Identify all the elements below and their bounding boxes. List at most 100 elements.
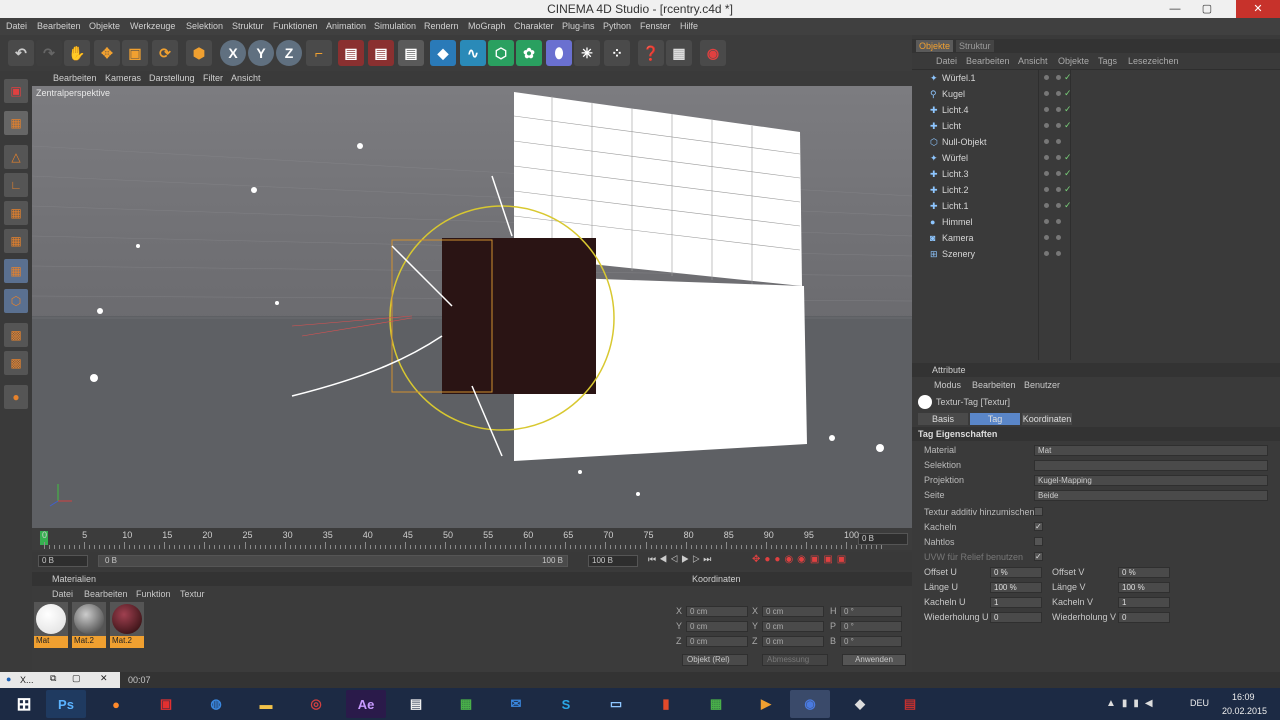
apply-button[interactable]: Anwenden bbox=[842, 654, 906, 666]
minimize-button[interactable]: — bbox=[1160, 0, 1190, 18]
materials-menu-item[interactable]: Funktion bbox=[136, 589, 171, 599]
viewport-menu-item[interactable]: Kameras bbox=[105, 73, 141, 83]
coord-value-field[interactable]: 0 cm bbox=[762, 606, 824, 617]
particle-icon[interactable]: ⁘ bbox=[604, 40, 630, 66]
calc-icon[interactable]: ▦ bbox=[696, 690, 736, 718]
attribute-checkbox[interactable]: ✓ bbox=[1034, 552, 1043, 561]
render-settings-icon[interactable]: ▤ bbox=[398, 40, 424, 66]
live-select-icon[interactable]: ✋ bbox=[64, 40, 90, 66]
viewport-menu-item[interactable]: Bearbeiten bbox=[53, 73, 97, 83]
menu-item-0[interactable]: Datei bbox=[6, 21, 27, 31]
frame-range-slider[interactable]: 0 B 100 B bbox=[98, 555, 568, 567]
render-dot[interactable] bbox=[1056, 219, 1061, 224]
clock-date[interactable]: 20.02.2015 bbox=[1222, 706, 1267, 716]
render-dot[interactable] bbox=[1056, 187, 1061, 192]
scene-icon[interactable]: ✳ bbox=[574, 40, 600, 66]
render-dot[interactable] bbox=[1056, 75, 1061, 80]
tool-icon[interactable]: ◆ bbox=[840, 690, 880, 718]
app-icon[interactable]: ◎ bbox=[296, 690, 336, 718]
attribute-checkbox[interactable]: ✓ bbox=[1034, 522, 1043, 531]
visibility-dot[interactable] bbox=[1044, 139, 1049, 144]
language-indicator[interactable]: DEU bbox=[1190, 698, 1209, 708]
coord-mode-select[interactable]: Objekt (Rel) bbox=[682, 654, 748, 666]
object-menu-item[interactable]: Objekte bbox=[1058, 56, 1089, 66]
close-task-icon[interactable]: ✕ bbox=[100, 673, 108, 684]
media-icon[interactable]: ▶ bbox=[746, 690, 786, 718]
attribute-tab[interactable]: Koordinaten bbox=[1022, 413, 1072, 425]
object-tool-icon[interactable]: △ bbox=[4, 145, 28, 169]
photoshop-icon[interactable]: Ps bbox=[46, 690, 86, 718]
object-tab[interactable]: Struktur bbox=[956, 40, 994, 52]
materials-menu-item[interactable]: Datei bbox=[52, 589, 73, 599]
attribute-number-field[interactable]: 0 % bbox=[1118, 567, 1170, 578]
3d-viewport[interactable]: Zentralperspektive bbox=[32, 86, 912, 528]
texture-tool-icon[interactable]: ▦ bbox=[4, 201, 28, 225]
render-dot[interactable] bbox=[1056, 171, 1061, 176]
notes-icon[interactable]: ▤ bbox=[396, 690, 436, 718]
axis-tool-icon[interactable]: ∟ bbox=[4, 173, 28, 197]
after-effects-icon[interactable]: Ae bbox=[346, 690, 386, 718]
object-menu-item[interactable]: Datei bbox=[936, 56, 957, 66]
materials-menu-item[interactable]: Textur bbox=[180, 589, 205, 599]
sculpt-icon[interactable]: ● bbox=[4, 385, 28, 409]
coord-value-field[interactable]: 0 cm bbox=[762, 621, 824, 632]
visibility-dot[interactable] bbox=[1044, 123, 1049, 128]
visibility-dot[interactable] bbox=[1044, 203, 1049, 208]
spline-pen-icon[interactable]: ∿ bbox=[460, 40, 486, 66]
visibility-dot[interactable] bbox=[1044, 107, 1049, 112]
restore-icon[interactable]: ⧉ bbox=[50, 673, 56, 684]
material-swatch[interactable]: Mat bbox=[34, 602, 68, 648]
model-mode-icon[interactable]: ▦ bbox=[4, 111, 28, 135]
object-menu-item[interactable]: Tags bbox=[1098, 56, 1117, 66]
object-menu-item[interactable]: Lesezeichen bbox=[1128, 56, 1179, 66]
viewport-menu-item[interactable]: Ansicht bbox=[231, 73, 261, 83]
object-row[interactable]: ✚ Licht ✓ bbox=[912, 118, 1280, 134]
object-row[interactable]: ✚ Licht.1 ✓ bbox=[912, 198, 1280, 214]
coord-value-field[interactable]: 0 cm bbox=[762, 636, 824, 647]
render-dot[interactable] bbox=[1056, 139, 1061, 144]
viewport-menu-item[interactable]: Filter bbox=[203, 73, 223, 83]
folder-icon[interactable]: ▬ bbox=[246, 690, 286, 718]
object-row[interactable]: ✚ Licht.4 ✓ bbox=[912, 102, 1280, 118]
visibility-dot[interactable] bbox=[1044, 91, 1049, 96]
menu-item-11[interactable]: Charakter bbox=[514, 21, 554, 31]
array-icon[interactable]: ✿ bbox=[516, 40, 542, 66]
camera-icon[interactable]: ❓ bbox=[638, 40, 664, 66]
coord-value-field[interactable]: 0 cm bbox=[686, 621, 748, 632]
attribute-menu-item[interactable]: Bearbeiten bbox=[972, 380, 1016, 390]
menu-item-5[interactable]: Struktur bbox=[232, 21, 264, 31]
undo-icon[interactable]: ↶ bbox=[8, 40, 34, 66]
attribute-number-field[interactable]: 100 % bbox=[990, 582, 1042, 593]
visibility-dot[interactable] bbox=[1044, 187, 1049, 192]
object-row[interactable]: ✚ Licht.2 ✓ bbox=[912, 182, 1280, 198]
menu-item-13[interactable]: Python bbox=[603, 21, 631, 31]
office-icon[interactable]: ▮ bbox=[646, 690, 686, 718]
end-frame-field[interactable]: 100 B bbox=[588, 555, 638, 567]
coord-value-field[interactable]: 0 ° bbox=[840, 621, 902, 632]
render-dot[interactable] bbox=[1056, 91, 1061, 96]
render-dot[interactable] bbox=[1056, 203, 1061, 208]
coord-value-field[interactable]: 0 cm bbox=[686, 606, 748, 617]
x-axis-icon[interactable]: X bbox=[220, 40, 246, 66]
move-icon[interactable]: ✥ bbox=[94, 40, 120, 66]
firefox-icon[interactable]: ● bbox=[96, 690, 136, 718]
rotate-icon[interactable]: ⟳ bbox=[152, 40, 178, 66]
menu-item-8[interactable]: Simulation bbox=[374, 21, 416, 31]
object-mode-icon[interactable]: ⬢ bbox=[186, 40, 212, 66]
attribute-field-value[interactable] bbox=[1034, 460, 1268, 471]
transport-buttons[interactable]: ⏮◀◁▶▷⏭ bbox=[648, 554, 748, 568]
object-menu-item[interactable]: Ansicht bbox=[1018, 56, 1048, 66]
object-row[interactable]: ✦ Würfel ✓ bbox=[912, 150, 1280, 166]
size-mode-select[interactable]: Abmessung bbox=[762, 654, 828, 666]
attribute-number-field[interactable]: 0 bbox=[1118, 612, 1170, 623]
object-tab[interactable]: Objekte bbox=[916, 40, 954, 52]
snap-icon[interactable]: ▩ bbox=[4, 351, 28, 375]
scale-icon[interactable]: ▣ bbox=[122, 40, 148, 66]
attribute-number-field[interactable]: 100 % bbox=[1118, 582, 1170, 593]
attribute-tab[interactable]: Tag bbox=[970, 413, 1020, 425]
points-mode-icon[interactable]: ▦ bbox=[4, 259, 28, 283]
material-swatch[interactable]: Mat.2 bbox=[72, 602, 106, 648]
render-dot[interactable] bbox=[1056, 235, 1061, 240]
record-buttons[interactable]: ✥●●◉◉▣▣▣ bbox=[752, 554, 902, 568]
menu-item-15[interactable]: Hilfe bbox=[680, 21, 698, 31]
